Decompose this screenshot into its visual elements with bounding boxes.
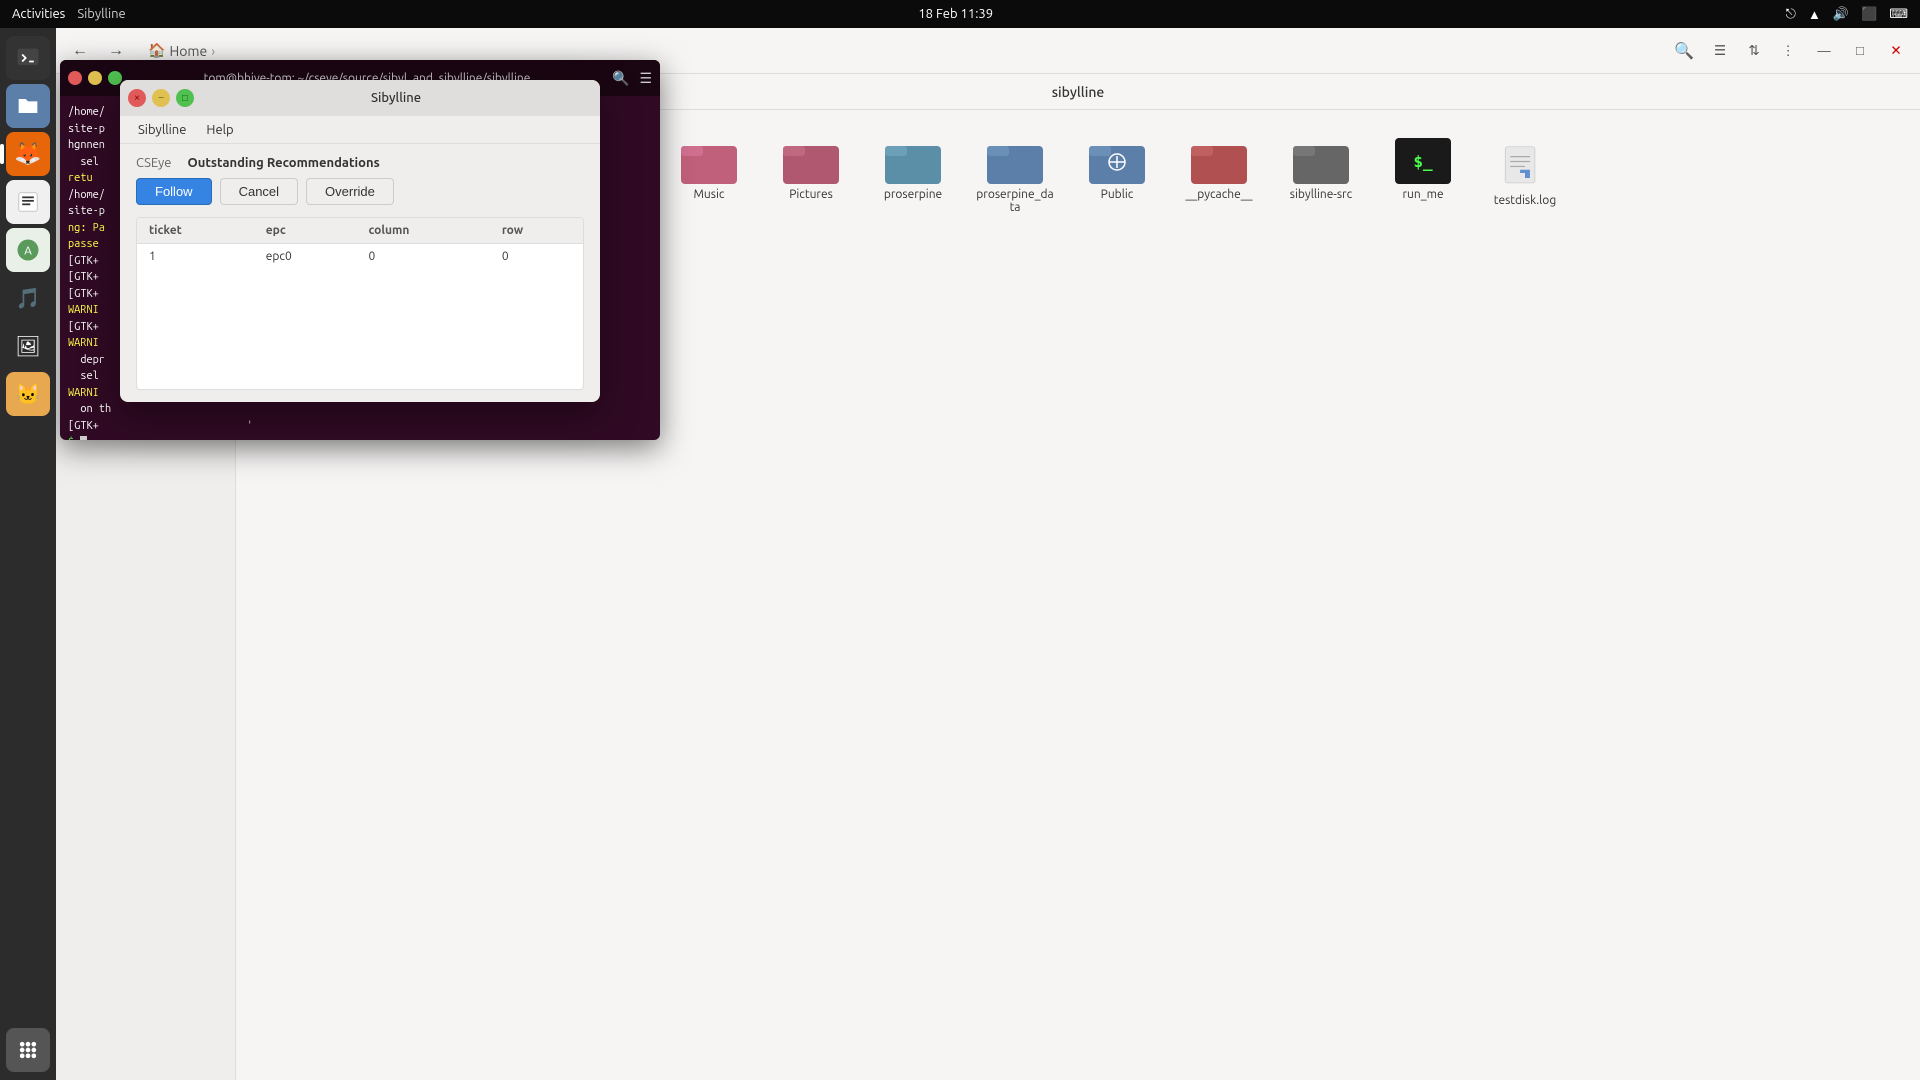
sib-title-text: Sibylline — [200, 91, 592, 105]
sib-content: CSEye Outstanding Recommendations Follow… — [120, 144, 600, 402]
pictures-folder-icon — [783, 138, 839, 184]
app-name: Sibylline — [77, 7, 125, 21]
file-item-pycache[interactable]: __pycache__ — [1174, 130, 1264, 222]
battery-icon[interactable]: ⬛ — [1861, 7, 1877, 22]
pycache-folder-icon — [1191, 138, 1247, 184]
sib-close-button[interactable]: × — [128, 89, 146, 107]
terminal-line: $ _ — [68, 434, 652, 440]
cell-column: 0 — [356, 244, 489, 270]
keyboard-icon[interactable]: ⌨ — [1889, 7, 1908, 22]
dock-item-appgrid[interactable] — [6, 1028, 50, 1072]
dock-item-music[interactable]: 🎵 — [6, 276, 50, 320]
bluetooth-icon[interactable]: ⎋ — [1786, 7, 1796, 22]
dock-item-files[interactable] — [6, 84, 50, 128]
dock-item-gedit[interactable]: A — [6, 228, 50, 272]
terminal-search-icon[interactable]: 🔍 — [612, 70, 629, 87]
dock-item-firefox[interactable]: 🦊 — [6, 132, 50, 176]
cseeye-label: CSEye — [136, 156, 171, 170]
recommendations-label: Outstanding Recommendations — [187, 156, 379, 170]
terminal-max-btn[interactable] — [108, 71, 122, 85]
sib-minimize-button[interactable]: − — [152, 89, 170, 107]
cancel-button[interactable]: Cancel — [220, 178, 298, 205]
path-chevron: › — [211, 43, 215, 59]
datetime: 18 Feb 11:39 — [918, 7, 993, 21]
file-item-sibylline-src[interactable]: sibylline-src — [1276, 130, 1366, 222]
proserpine-data-label: proserpine_data — [974, 188, 1056, 214]
sib-menu-help[interactable]: Help — [196, 119, 243, 141]
file-item-music[interactable]: Music — [664, 130, 754, 222]
run-me-label: run_me — [1402, 188, 1443, 201]
sibylline-src-label: sibylline-src — [1290, 188, 1352, 201]
cell-epc: epc0 — [254, 244, 357, 270]
pictures-folder-label: Pictures — [789, 188, 833, 201]
minimize-button[interactable]: — — [1808, 35, 1840, 67]
table-row[interactable]: 1 epc0 0 0 — [137, 244, 583, 270]
sibylline-src-folder-icon — [1293, 138, 1349, 184]
terminal-menu-icon[interactable]: ☰ — [639, 70, 652, 87]
dock-item-addon[interactable]: 🐱 — [6, 372, 50, 416]
close-button[interactable]: ✕ — [1880, 35, 1912, 67]
testdisk-log-icon — [1502, 138, 1548, 190]
sib-section-title: CSEye Outstanding Recommendations — [136, 156, 584, 170]
home-icon: 🏠 — [148, 42, 165, 59]
override-button[interactable]: Override — [306, 178, 394, 205]
sib-maximize-button[interactable]: □ — [176, 89, 194, 107]
music-folder-label: Music — [694, 188, 725, 201]
proserpine-label: proserpine — [884, 188, 942, 201]
recommendations-table: ticket epc column row 1 epc0 0 0 — [137, 218, 583, 269]
dock-item-terminal[interactable] — [6, 36, 50, 80]
fm-title-text: sibylline — [1052, 84, 1105, 100]
cell-ticket: 1 — [137, 244, 254, 270]
application-dock: 🦊 A 🎵 🖼 🐱 — [0, 28, 56, 1080]
file-item-proserpine-data[interactable]: proserpine_data — [970, 130, 1060, 222]
dock-item-text-editor[interactable] — [6, 180, 50, 224]
gnome-panel: Activities Sibylline 18 Feb 11:39 ⎋ ▲ 🔊 … — [0, 0, 1920, 28]
cell-row: 0 — [490, 244, 583, 270]
table-empty-area — [137, 269, 583, 389]
sib-menubar: Sibylline Help — [120, 116, 600, 144]
follow-button[interactable]: Follow — [136, 178, 212, 205]
file-item-pictures[interactable]: Pictures — [766, 130, 856, 222]
terminal-line: on th — [68, 401, 652, 418]
public-folder-icon — [1089, 138, 1145, 184]
file-item-testdisk-log[interactable]: testdisk.log — [1480, 130, 1570, 222]
terminal-min-btn[interactable] — [88, 71, 102, 85]
sib-table-area: ticket epc column row 1 epc0 0 0 — [136, 217, 584, 390]
dock-item-image-viewer[interactable]: 🖼 — [6, 324, 50, 368]
path-home-label[interactable]: Home — [169, 43, 207, 59]
col-ticket: ticket — [137, 218, 254, 244]
activities-button[interactable]: Activities — [12, 7, 65, 21]
terminal-line: [GTK+ ' — [68, 418, 652, 435]
sib-menu-sibylline[interactable]: Sibylline — [128, 119, 196, 141]
volume-icon[interactable]: 🔊 — [1833, 7, 1849, 22]
view-options-button[interactable]: ⋮ — [1772, 35, 1804, 67]
pycache-label: __pycache__ — [1185, 188, 1252, 201]
testdisk-log-label: testdisk.log — [1494, 194, 1556, 207]
maximize-button[interactable]: □ — [1844, 35, 1876, 67]
file-item-run-me[interactable]: $_ run_me — [1378, 130, 1468, 222]
file-item-public[interactable]: Public — [1072, 130, 1162, 222]
music-folder-icon — [681, 138, 737, 184]
run-me-icon: $_ — [1395, 138, 1451, 184]
svg-text:A: A — [24, 245, 32, 258]
proserpine-folder-icon — [885, 138, 941, 184]
proserpine-data-folder-icon — [987, 138, 1043, 184]
sibylline-dialog: × − □ Sibylline Sibylline Help CSEye Out… — [120, 80, 600, 402]
public-label: Public — [1101, 188, 1134, 201]
terminal-close-btn[interactable] — [68, 71, 82, 85]
view-sort-button[interactable]: ⇅ — [1738, 35, 1770, 67]
sib-titlebar: × − □ Sibylline — [120, 80, 600, 116]
col-row: row — [490, 218, 583, 244]
network-icon[interactable]: ▲ — [1808, 7, 1821, 22]
file-item-proserpine[interactable]: proserpine — [868, 130, 958, 222]
search-button[interactable]: 🔍 — [1668, 35, 1700, 67]
sib-action-buttons: Follow Cancel Override — [136, 178, 584, 205]
col-column: column — [356, 218, 489, 244]
col-epc: epc — [254, 218, 357, 244]
table-header-row: ticket epc column row — [137, 218, 583, 244]
view-list-button[interactable]: ☰ — [1704, 35, 1736, 67]
